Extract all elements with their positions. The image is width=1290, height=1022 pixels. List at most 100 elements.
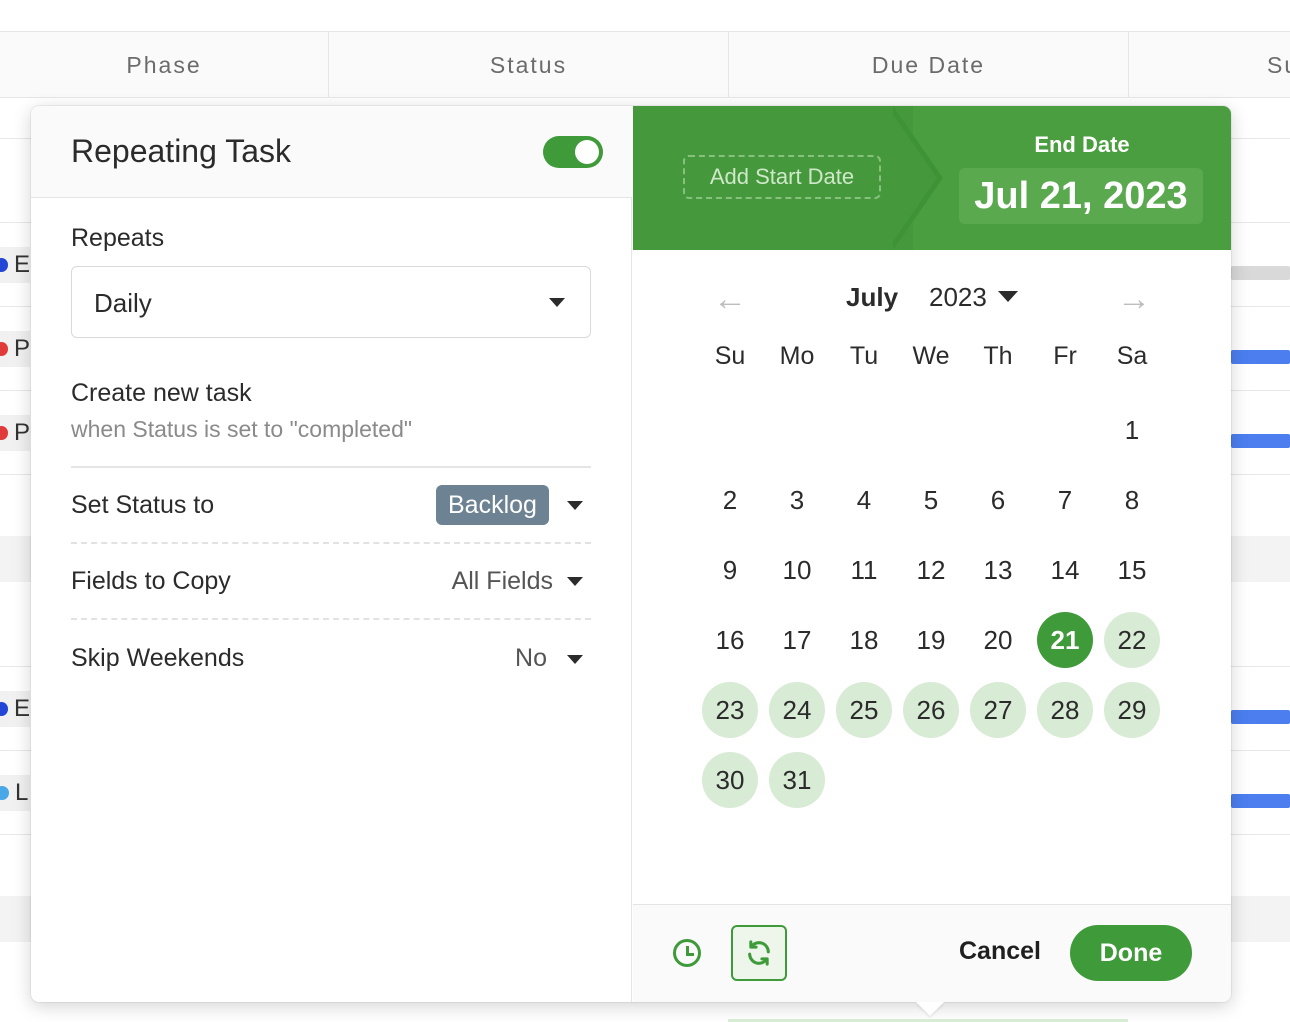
day-cell[interactable]: 6 bbox=[970, 472, 1026, 528]
day-cell[interactable]: 30 bbox=[702, 752, 758, 808]
day-cell[interactable]: 5 bbox=[903, 472, 959, 528]
column-header-su[interactable]: Su bbox=[1129, 32, 1290, 98]
add-start-date-button[interactable]: Add Start Date bbox=[683, 155, 881, 199]
day-cell[interactable]: 7 bbox=[1037, 472, 1093, 528]
day-cell[interactable]: 19 bbox=[903, 612, 959, 668]
row-label: L bbox=[15, 779, 29, 806]
day-cell[interactable]: 27 bbox=[970, 682, 1026, 738]
table-row[interactable]: E bbox=[0, 247, 30, 283]
day-cell[interactable]: 1 bbox=[1104, 402, 1160, 458]
day-cell[interactable]: 26 bbox=[903, 682, 959, 738]
day-cell[interactable]: 25 bbox=[836, 682, 892, 738]
column-header-phase[interactable]: Phase bbox=[0, 32, 329, 98]
timeline-bar[interactable] bbox=[1231, 710, 1290, 724]
table-header: Phase Status Due Date Su bbox=[0, 31, 1290, 98]
day-cell[interactable]: 9 bbox=[702, 542, 758, 598]
skip-weekends-label: Skip Weekends bbox=[71, 644, 245, 672]
repeats-select[interactable]: Daily bbox=[71, 266, 591, 338]
skip-weekends-value[interactable]: No bbox=[471, 644, 547, 673]
timeline-bar[interactable] bbox=[1231, 794, 1290, 808]
end-date-label: End Date bbox=[1034, 132, 1130, 157]
year-select[interactable]: 2023 bbox=[929, 282, 1019, 313]
repeat-button[interactable] bbox=[731, 925, 787, 981]
divider bbox=[71, 618, 591, 620]
table-row[interactable]: E bbox=[0, 691, 30, 727]
day-cell[interactable]: 22 bbox=[1104, 612, 1160, 668]
create-task-label: Create new task bbox=[71, 379, 252, 407]
divider bbox=[71, 542, 591, 544]
set-status-label: Set Status to bbox=[71, 491, 215, 519]
day-cell[interactable]: 16 bbox=[702, 612, 758, 668]
arrow-right-icon[interactable]: → bbox=[1117, 280, 1151, 319]
day-cell[interactable]: 15 bbox=[1104, 542, 1160, 598]
calendar-panel: Add Start Date End Date Jul 21, 2023 ← J… bbox=[633, 106, 1231, 1002]
divider bbox=[71, 466, 591, 468]
day-cell[interactable]: 3 bbox=[769, 472, 825, 528]
timeline-bar[interactable] bbox=[1231, 434, 1290, 448]
day-cell[interactable]: 18 bbox=[836, 612, 892, 668]
chevron-down-icon[interactable] bbox=[567, 501, 583, 510]
repeat-settings-panel: Repeating Task Repeats Daily Create new … bbox=[31, 106, 632, 1002]
repeating-toggle[interactable] bbox=[543, 136, 603, 168]
fields-to-copy-label: Fields to Copy bbox=[71, 567, 231, 595]
panel-header: Repeating Task bbox=[31, 106, 632, 198]
day-cell[interactable]: 20 bbox=[970, 612, 1026, 668]
table-row[interactable]: P bbox=[0, 331, 30, 367]
status-badge[interactable]: Backlog bbox=[436, 485, 549, 525]
day-cell[interactable]: 17 bbox=[769, 612, 825, 668]
table-row[interactable]: L bbox=[0, 775, 30, 811]
day-cell[interactable]: 14 bbox=[1037, 542, 1093, 598]
fields-to-copy-value[interactable]: All Fields bbox=[411, 567, 553, 596]
repeating-task-popup: Repeating Task Repeats Daily Create new … bbox=[31, 106, 1231, 1002]
row-label: P bbox=[13, 419, 30, 446]
timeline-bar[interactable] bbox=[1231, 266, 1290, 280]
end-date-value[interactable]: Jul 21, 2023 bbox=[959, 168, 1203, 224]
chevron-down-icon bbox=[998, 291, 1019, 302]
day-cell[interactable]: 13 bbox=[970, 542, 1026, 598]
row-label: P bbox=[13, 335, 30, 362]
day-cell[interactable]: 2 bbox=[702, 472, 758, 528]
weekday-label: Th bbox=[983, 342, 1013, 370]
status-dot bbox=[0, 786, 9, 800]
chevron-down-icon[interactable] bbox=[567, 655, 583, 664]
day-cell-selected[interactable]: 21 bbox=[1037, 612, 1093, 668]
day-cell[interactable]: 31 bbox=[769, 752, 825, 808]
month-label: July bbox=[846, 282, 899, 312]
weekday-label: Sa bbox=[1116, 342, 1148, 370]
popup-pointer bbox=[916, 1002, 944, 1016]
table-row[interactable]: P bbox=[0, 415, 30, 451]
column-header-status[interactable]: Status bbox=[329, 32, 729, 98]
day-cell[interactable]: 23 bbox=[702, 682, 758, 738]
weekday-label: Fr bbox=[1053, 342, 1077, 370]
day-cell[interactable]: 28 bbox=[1037, 682, 1093, 738]
day-cell[interactable]: 10 bbox=[769, 542, 825, 598]
repeats-label: Repeats bbox=[71, 224, 165, 252]
day-cell[interactable]: 11 bbox=[836, 542, 892, 598]
refresh-icon bbox=[748, 940, 770, 966]
column-header-due-date[interactable]: Due Date bbox=[729, 32, 1129, 98]
calendar-footer: Cancel Done bbox=[633, 904, 1231, 1002]
weekday-label: We bbox=[912, 342, 950, 370]
day-cell[interactable]: 4 bbox=[836, 472, 892, 528]
status-dot bbox=[0, 426, 8, 440]
chevron-down-icon[interactable] bbox=[567, 577, 583, 586]
row-label: E bbox=[13, 695, 30, 722]
day-cell[interactable]: 8 bbox=[1104, 472, 1160, 528]
day-cell[interactable]: 29 bbox=[1104, 682, 1160, 738]
row-label: E bbox=[13, 251, 30, 278]
clock-icon[interactable] bbox=[673, 939, 701, 967]
cancel-button[interactable]: Cancel bbox=[959, 937, 1041, 966]
done-button[interactable]: Done bbox=[1070, 925, 1192, 981]
weekday-label: Tu bbox=[849, 342, 879, 370]
timeline-bar[interactable] bbox=[1231, 350, 1290, 364]
panel-title: Repeating Task bbox=[71, 133, 291, 169]
toggle-knob bbox=[575, 140, 599, 164]
date-range-header: Add Start Date End Date Jul 21, 2023 bbox=[633, 106, 1231, 250]
status-dot bbox=[0, 258, 8, 272]
day-cell[interactable]: 24 bbox=[769, 682, 825, 738]
status-dot bbox=[0, 342, 8, 356]
day-cell[interactable]: 12 bbox=[903, 542, 959, 598]
arrow-left-icon[interactable]: ← bbox=[713, 280, 747, 319]
weekday-label: Su bbox=[714, 342, 746, 370]
status-dot bbox=[0, 702, 8, 716]
